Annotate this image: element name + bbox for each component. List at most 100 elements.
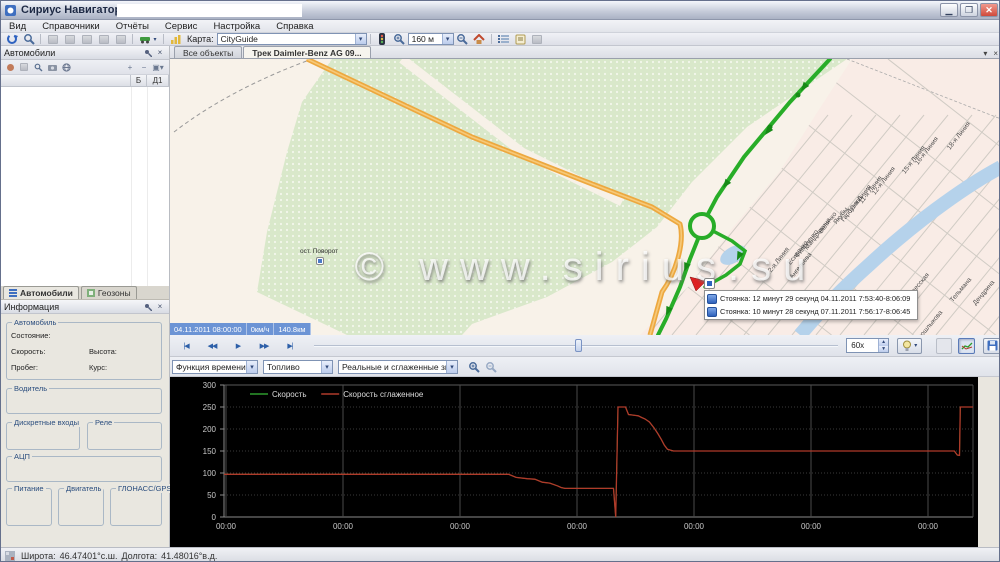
column-header-b[interactable]: Б — [131, 75, 147, 86]
parking-icon — [707, 307, 717, 317]
status-bar: Широта: 46.47401°с.ш. Долгота: 41.48016°… — [1, 547, 1000, 562]
geozone-icon — [87, 289, 95, 297]
fast-forward-button[interactable]: ▶▶ — [254, 338, 274, 353]
highlight-track-button[interactable]: ▾ — [897, 338, 922, 354]
vehicle-group: Автомобиль Состояние: Скорость: Высота: … — [6, 322, 162, 380]
add-icon[interactable]: + — [124, 62, 136, 73]
minimize-button[interactable]: ▁ — [940, 3, 958, 17]
overlay-speed: 0км/ч — [247, 323, 275, 335]
maximize-button[interactable]: ❐ — [960, 3, 978, 17]
svg-text:150: 150 — [203, 447, 217, 456]
save-button[interactable] — [983, 338, 1000, 354]
stop-marker-icon[interactable] — [704, 278, 715, 289]
globe-icon[interactable] — [60, 62, 72, 73]
chart-mode-select[interactable]: Реальные и сглаженные значен ▾ — [338, 360, 458, 374]
vehicles-panel-title: Автомобили — [4, 48, 142, 58]
stop-tooltip-row[interactable]: Стоянка: 10 минут 28 секунд 07.11.2011 7… — [707, 305, 915, 318]
tab-geozones[interactable]: Геозоны — [81, 286, 137, 299]
map-tab-bar: Все объекты Трек Daimler-Benz AG 09... ▾… — [170, 46, 1000, 59]
menu-item-4[interactable]: Сервис — [157, 21, 206, 32]
remove-icon[interactable]: − — [138, 62, 150, 73]
tab-list-chevron-icon[interactable]: ▾ — [983, 49, 987, 58]
svg-text:0: 0 — [212, 513, 217, 522]
columns-icon[interactable]: ▣▾ — [152, 62, 164, 73]
stop-tooltip: Стоянка: 12 минут 29 секунд 04.11.2011 7… — [704, 290, 918, 320]
menu-item-6[interactable]: Справка — [268, 21, 321, 32]
pin-icon[interactable] — [142, 301, 154, 312]
refresh-button[interactable] — [4, 33, 19, 45]
list-view-button[interactable] — [496, 33, 511, 45]
svg-text:Скорость сглаженное: Скорость сглаженное — [343, 390, 424, 399]
chevron-down-icon[interactable]: ▾ — [442, 34, 453, 44]
secondary-view-button[interactable] — [936, 338, 952, 354]
column-header-name[interactable] — [1, 75, 131, 86]
search-icon[interactable] — [32, 62, 44, 73]
info-panel-content: Автомобиль Состояние: Скорость: Высота: … — [1, 314, 169, 562]
chevron-down-icon[interactable]: ▾ — [321, 361, 332, 373]
zoom-out-button[interactable] — [455, 33, 470, 45]
menu-item-2[interactable]: Справочники — [34, 21, 108, 32]
menu-item-5[interactable]: Настройка — [205, 21, 268, 32]
field-speed-label: Скорость: — [11, 347, 45, 356]
dashed-path — [174, 59, 312, 132]
parking-icon — [707, 294, 717, 304]
speed-chart-panel: 05010015020025030000:0000:0000:0000:0000… — [170, 377, 1000, 547]
search-button[interactable] — [21, 33, 36, 45]
play-button[interactable]: ▶ — [228, 338, 248, 353]
spin-down-icon[interactable]: ▼ — [879, 346, 888, 353]
tab-vehicles[interactable]: Автомобили — [3, 286, 79, 299]
vehicle-menu-button[interactable]: ▾ — [137, 33, 159, 45]
svg-text:00:00: 00:00 — [450, 522, 471, 531]
close-icon[interactable]: × — [154, 47, 166, 58]
traffic-light-button[interactable] — [375, 33, 390, 45]
track-position-slider[interactable] — [314, 338, 838, 353]
camera-icon[interactable] — [46, 62, 58, 73]
playback-speed-spinner[interactable]: 60x ▲▼ — [846, 338, 889, 353]
skip-start-button[interactable]: |◀ — [176, 338, 196, 353]
chart-sensor-select[interactable]: Топливо ▾ — [263, 360, 333, 374]
menu-item-1[interactable]: Вид — [1, 21, 34, 32]
chevron-down-icon[interactable]: ▾ — [246, 361, 257, 373]
close-icon[interactable]: × — [154, 301, 166, 312]
stop-tooltip-row[interactable]: Стоянка: 12 минут 29 секунд 04.11.2011 7… — [707, 292, 915, 305]
group-icon[interactable] — [4, 62, 16, 73]
relay-group: Реле — [87, 422, 162, 450]
column-header-d1[interactable]: Д1 — [147, 75, 169, 86]
rewind-button[interactable]: ◀◀ — [202, 338, 222, 353]
field-course-label: Курс: — [89, 363, 107, 372]
home-button[interactable] — [472, 33, 487, 45]
vehicles-panel-header: Автомобили × — [1, 46, 169, 60]
skip-end-button[interactable]: ▶| — [280, 338, 300, 353]
zoom-in-button[interactable] — [392, 33, 407, 45]
chevron-down-icon[interactable]: ▾ — [446, 361, 457, 373]
menu-item-3[interactable]: Отчёты — [108, 21, 157, 32]
disabled-tool-icon — [530, 33, 545, 45]
svg-text:00:00: 00:00 — [801, 522, 822, 531]
chart-function-select[interactable]: Функция времени ▾ — [172, 360, 258, 374]
vehicles-list[interactable] — [1, 87, 169, 286]
pin-icon[interactable] — [142, 47, 154, 58]
close-button[interactable]: ✕ — [980, 3, 998, 17]
tab-all-objects[interactable]: Все объекты — [174, 46, 242, 58]
svg-text:Скорость: Скорость — [272, 390, 307, 399]
map-zoom-select[interactable]: 160 м ▾ — [408, 33, 454, 45]
chevron-down-icon[interactable]: ▾ — [355, 34, 366, 44]
tab-close-icon[interactable]: × — [993, 49, 998, 58]
disabled-tool-icon — [45, 33, 60, 45]
map-view[interactable]: 18-я Линия16-я Линия15-я Линия12-я Линия… — [170, 59, 1000, 335]
disabled-tool-icon — [79, 33, 94, 45]
main-toolbar: ▾ Карта: CityGuide ▾ 160 м ▾ — [1, 33, 1000, 46]
map-select[interactable]: CityGuide ▾ — [217, 33, 367, 45]
app-icon — [4, 4, 17, 17]
chart-toolbar: Функция времени ▾ Топливо ▾ Реальные и с… — [170, 357, 1000, 377]
chart-button[interactable] — [168, 33, 183, 45]
speed-chart[interactable]: 05010015020025030000:0000:0000:0000:0000… — [170, 377, 978, 547]
chart-zoom-out-button[interactable] — [483, 361, 498, 373]
slider-handle[interactable] — [575, 339, 582, 352]
notes-button[interactable] — [513, 33, 528, 45]
show-chart-button[interactable] — [958, 338, 976, 354]
tab-track[interactable]: Трек Daimler-Benz AG 09... — [243, 46, 370, 58]
window-title: Сириус Навигатор - — [21, 4, 128, 16]
svg-text:200: 200 — [203, 425, 217, 434]
chart-zoom-in-button[interactable] — [466, 361, 481, 373]
